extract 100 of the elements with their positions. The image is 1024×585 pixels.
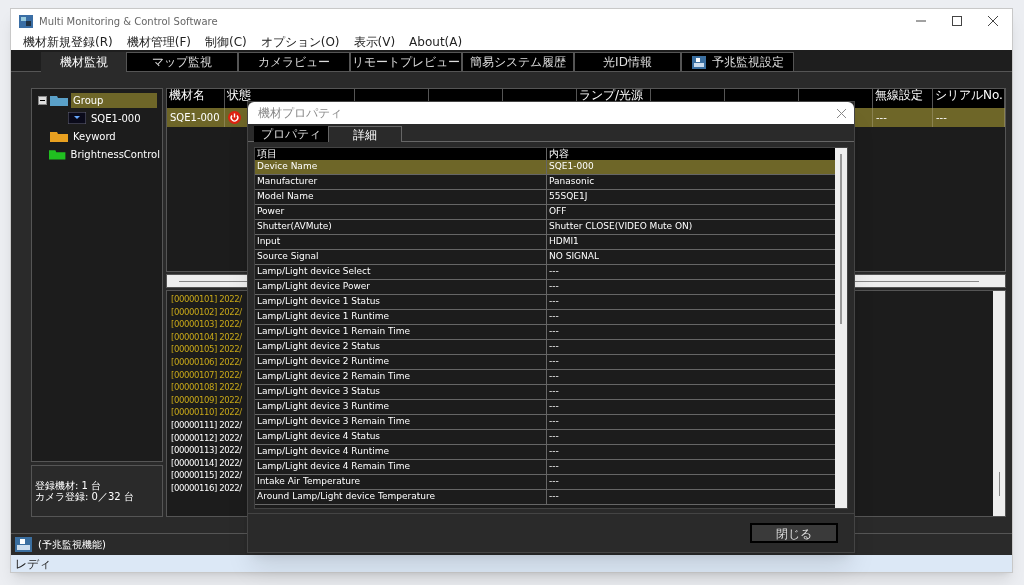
property-row[interactable]: Shutter(AVMute) Shutter CLOSE(VIDEO Mute ON)	[255, 220, 835, 235]
tab[interactable]: 機材監視	[41, 52, 126, 72]
tab[interactable]: リモートプレビュー	[350, 52, 462, 72]
log-line: [00000103] 2022/	[171, 318, 242, 331]
property-name: Around Lamp/Light device Temperature	[257, 490, 435, 504]
log-line: [00000114] 2022/	[171, 456, 242, 470]
property-row[interactable]: Lamp/Light device 4 Status ---	[255, 430, 835, 445]
folder-icon	[50, 94, 68, 106]
property-row[interactable]: Lamp/Light device 2 Status ---	[255, 340, 835, 355]
property-name: Lamp/Light device 2 Remain Time	[257, 370, 411, 384]
property-value: 55SQE1J	[549, 190, 588, 204]
property-value: OFF	[549, 205, 567, 219]
count-text: 登録機材: 1 台	[35, 480, 103, 491]
log-line: [00000115] 2022/	[171, 469, 242, 482]
monitor-icon	[15, 537, 32, 552]
feature-label: (予兆監視機能)	[38, 538, 106, 552]
dialog-title: 機材プロパティ	[258, 105, 342, 122]
log-line: [00000112] 2022/	[171, 431, 242, 445]
tab[interactable]: 簡易システム履歴	[462, 52, 574, 72]
tree-item[interactable]: Keyword	[71, 128, 118, 144]
property-row[interactable]: Lamp/Light device 3 Status ---	[255, 385, 835, 400]
property-value: Panasonic	[549, 175, 595, 189]
property-name: Intake Air Temperature	[257, 475, 360, 489]
tree-item[interactable]: Group	[71, 92, 157, 108]
property-name: Lamp/Light device 2 Status	[257, 340, 381, 354]
property-row[interactable]: Manufacturer Panasonic	[255, 175, 835, 190]
menu-item[interactable]: 制御(C)	[204, 32, 247, 51]
property-name: Lamp/Light device 4 Status	[257, 430, 381, 444]
tree-item[interactable]: BrightnessControl	[68, 146, 162, 162]
property-name: Lamp/Light device 1 Runtime	[257, 310, 389, 324]
log-line: [00000113] 2022/	[171, 444, 242, 457]
menu-item[interactable]: オプション(O)	[260, 32, 340, 51]
property-row[interactable]: Lamp/Light device Power ---	[255, 280, 835, 295]
column-header: 内容	[548, 148, 570, 160]
property-row[interactable]: Lamp/Light device 1 Runtime ---	[255, 310, 835, 325]
property-row[interactable]: Lamp/Light device 2 Remain Time ---	[255, 370, 835, 385]
property-value: ---	[549, 385, 559, 399]
property-name: Lamp/Light device 3 Status	[257, 385, 381, 399]
log-line: [00000110] 2022/	[171, 406, 242, 419]
property-name: Lamp/Light device 4 Remain Time	[257, 460, 411, 474]
property-value: ---	[549, 355, 559, 369]
property-row[interactable]: Lamp/Light device 4 Runtime ---	[255, 445, 835, 460]
menu-item[interactable]: 機材新規登録(R)	[23, 32, 113, 51]
property-value: SQE1-000	[549, 160, 594, 174]
property-name: Input	[257, 235, 281, 249]
folder-icon	[50, 130, 68, 142]
tab[interactable]: 詳細	[328, 126, 402, 142]
property-name: Lamp/Light device 2 Runtime	[257, 355, 389, 369]
log-line: [00000107] 2022/	[171, 368, 242, 382]
app-icon	[19, 14, 33, 28]
tab[interactable]: マップ監視	[126, 52, 238, 72]
tab[interactable]: カメラビュー	[238, 52, 350, 72]
log-line: [00000101] 2022/	[171, 293, 242, 306]
property-value: ---	[549, 475, 559, 489]
status-text: レディ	[15, 555, 51, 573]
property-name: Power	[257, 205, 285, 219]
property-row[interactable]: Lamp/Light device 2 Runtime ---	[255, 355, 835, 370]
property-row[interactable]: Lamp/Light device 1 Status ---	[255, 295, 835, 310]
log-line: [00000111] 2022/	[171, 418, 242, 432]
property-row[interactable]: Lamp/Light device 1 Remain Time ---	[255, 325, 835, 340]
property-row[interactable]: Source Signal NO SIGNAL	[255, 250, 835, 265]
close-icon[interactable]	[837, 108, 846, 118]
property-row[interactable]: Input HDMI1	[255, 235, 835, 250]
menu-item[interactable]: 機材管理(F)	[126, 32, 191, 51]
property-row[interactable]: Lamp/Light device 3 Remain Time ---	[255, 415, 835, 430]
tree-item[interactable]: SQE1-000	[89, 110, 143, 126]
property-row[interactable]: Lamp/Light device Select ---	[255, 265, 835, 280]
property-value: ---	[549, 400, 559, 414]
monitor-icon	[68, 112, 86, 124]
tab[interactable]: プロパティ	[254, 126, 328, 142]
property-row[interactable]: Intake Air Temperature ---	[255, 475, 835, 490]
property-row[interactable]: Device Name SQE1-000	[255, 160, 835, 175]
property-value: ---	[549, 325, 559, 339]
folder-icon	[49, 148, 66, 160]
property-row[interactable]: Model Name 55SQE1J	[255, 190, 835, 205]
property-value: ---	[549, 295, 559, 309]
menu-item[interactable]: 表示(V)	[353, 32, 396, 51]
property-value: HDMI1	[549, 235, 579, 249]
count-text: カメラ登録: 0／32 台	[35, 491, 135, 502]
property-row[interactable]: Power OFF	[255, 205, 835, 220]
table-cell-text: ---	[876, 111, 887, 125]
property-value: ---	[549, 310, 559, 324]
property-name: Lamp/Light device 3 Runtime	[257, 400, 389, 414]
window-title: Multi Monitoring & Control Software	[39, 14, 218, 29]
close-button[interactable]: 閉じる	[750, 523, 838, 543]
log-line: [00000106] 2022/	[171, 355, 242, 369]
property-value: ---	[549, 460, 559, 474]
scrollbar[interactable]	[835, 148, 847, 508]
scrollbar[interactable]	[993, 291, 1005, 516]
tab[interactable]: 予兆監視設定	[681, 52, 794, 72]
property-value: ---	[549, 265, 559, 279]
log-line: [00000105] 2022/	[171, 343, 242, 356]
property-value: ---	[549, 430, 559, 444]
property-row[interactable]: Around Lamp/Light device Temperature ---	[255, 490, 835, 505]
property-row[interactable]: Lamp/Light device 3 Runtime ---	[255, 400, 835, 415]
tab[interactable]: 光ID情報	[574, 52, 681, 72]
log-line: [00000108] 2022/	[171, 381, 242, 394]
property-name: Source Signal	[257, 250, 319, 264]
menu-item[interactable]: About(A)	[409, 32, 463, 51]
property-row[interactable]: Lamp/Light device 4 Remain Time ---	[255, 460, 835, 475]
